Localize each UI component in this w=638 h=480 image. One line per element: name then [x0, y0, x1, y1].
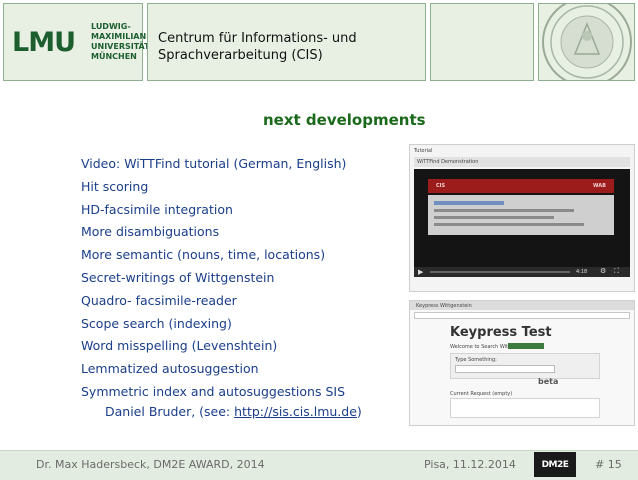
list-item: Word misspelling (Levenshtein) [81, 338, 278, 354]
search-result-line [434, 216, 554, 219]
university-name-line: MAXIMILIANS- [91, 32, 156, 41]
university-name: LUDWIG- MAXIMILIANS- UNIVERSITÄT MÜNCHEN [91, 22, 155, 62]
banner-wab-text: WAB [593, 183, 606, 189]
search-green-button[interactable] [508, 343, 544, 349]
list-item: Symmetric index and autosuggestions SIS [81, 383, 346, 399]
current-request-label: Current Request (empty) [450, 391, 513, 397]
browser-tab-bar: Keypress Wittgenstein [410, 301, 634, 310]
list-item: Quadro- facsimile-reader [81, 292, 237, 308]
sis-link[interactable]: http://sis.cis.lmu.de [234, 404, 357, 419]
browser-address-bar[interactable] [414, 312, 630, 319]
video-tutorial-screenshot: Tutorial WiTTFind Demonstration CIS WAB … [409, 144, 635, 292]
type-something-input[interactable] [455, 365, 555, 373]
page-number: # 15 [595, 458, 622, 471]
banner-cis-text: CIS [436, 183, 446, 189]
list-item: Secret-writings of Wittgenstein [81, 269, 275, 285]
search-result-line [434, 201, 504, 205]
video-time: 4:18 [576, 269, 588, 275]
sis-credit-prefix: Daniel Bruder, (see: [105, 404, 235, 419]
fullscreen-icon[interactable]: ⛶ [614, 267, 619, 276]
university-name-line: UNIVERSITÄT [91, 42, 150, 51]
search-result-line [434, 209, 574, 212]
dm2e-logo-text: DM2E [541, 459, 569, 470]
settings-icon[interactable]: ⚙ [600, 267, 606, 275]
list-item: More disambiguations [81, 224, 220, 240]
university-name-line: MÜNCHEN [91, 52, 137, 61]
list-item: Lemmatized autosuggestion [81, 361, 259, 377]
slide-title: next developments [263, 111, 426, 129]
institute-title-box: Centrum für Informations- und Sprachvera… [147, 3, 426, 81]
list-item: Hit scoring [81, 178, 149, 194]
keypress-test-screenshot: Keypress Wittgenstein Keypress Test Welc… [409, 300, 635, 426]
search-result-line [434, 223, 584, 226]
header-empty-box [430, 3, 534, 81]
video-progress-bar[interactable] [430, 271, 570, 273]
lmu-logo-box: LMU LUDWIG- MAXIMILIANS- UNIVERSITÄT MÜN… [3, 3, 155, 81]
wittfind-banner: CIS WAB [428, 179, 614, 193]
lmu-logo: LMU [12, 26, 76, 58]
browser-tab-label[interactable]: Keypress Wittgenstein [416, 303, 472, 309]
beta-badge: beta [538, 377, 559, 386]
institute-title-line-1: Centrum für Informations- und [158, 31, 357, 46]
list-item: More semantic (nouns, time, locations) [81, 247, 326, 263]
type-something-label: Type Something: [455, 357, 497, 363]
development-list: Video: WiTTFind tutorial (German, Englis… [81, 153, 346, 404]
footer-author: Dr. Max Hadersbeck, DM2E AWARD, 2014 [36, 458, 265, 471]
video-page-bar: WiTTFind Demonstration [414, 157, 630, 167]
university-seal-icon [541, 4, 632, 80]
list-item: Scope search (indexing) [81, 315, 232, 331]
university-seal-box [538, 3, 635, 81]
current-request-panel [450, 398, 600, 418]
sis-credit: Daniel Bruder, (see: http://sis.cis.lmu.… [105, 404, 362, 419]
video-content-area [428, 195, 614, 235]
keypress-heading: Keypress Test [450, 325, 552, 340]
video-page-label: WiTTFind Demonstration [417, 159, 479, 165]
play-icon[interactable]: ▶ [418, 268, 423, 276]
institute-title-line-2: Sprachverarbeitung (CIS) [158, 48, 323, 63]
video-controls: ▶ 4:18 ⚙ ⛶ [414, 267, 630, 277]
list-item: Video: WiTTFind tutorial (German, Englis… [81, 156, 347, 171]
video-player[interactable]: CIS WAB ▶ 4:18 ⚙ ⛶ [414, 169, 630, 277]
keypress-form-panel: Type Something: [450, 353, 600, 379]
sis-credit-suffix: ) [356, 404, 362, 419]
list-item: HD-facsimile integration [81, 201, 233, 217]
dm2e-logo: DM2E [534, 452, 576, 477]
university-name-line: LUDWIG- [91, 22, 131, 31]
video-tab-label: Tutorial [414, 148, 433, 154]
footer-date: Pisa, 11.12.2014 [424, 458, 516, 471]
